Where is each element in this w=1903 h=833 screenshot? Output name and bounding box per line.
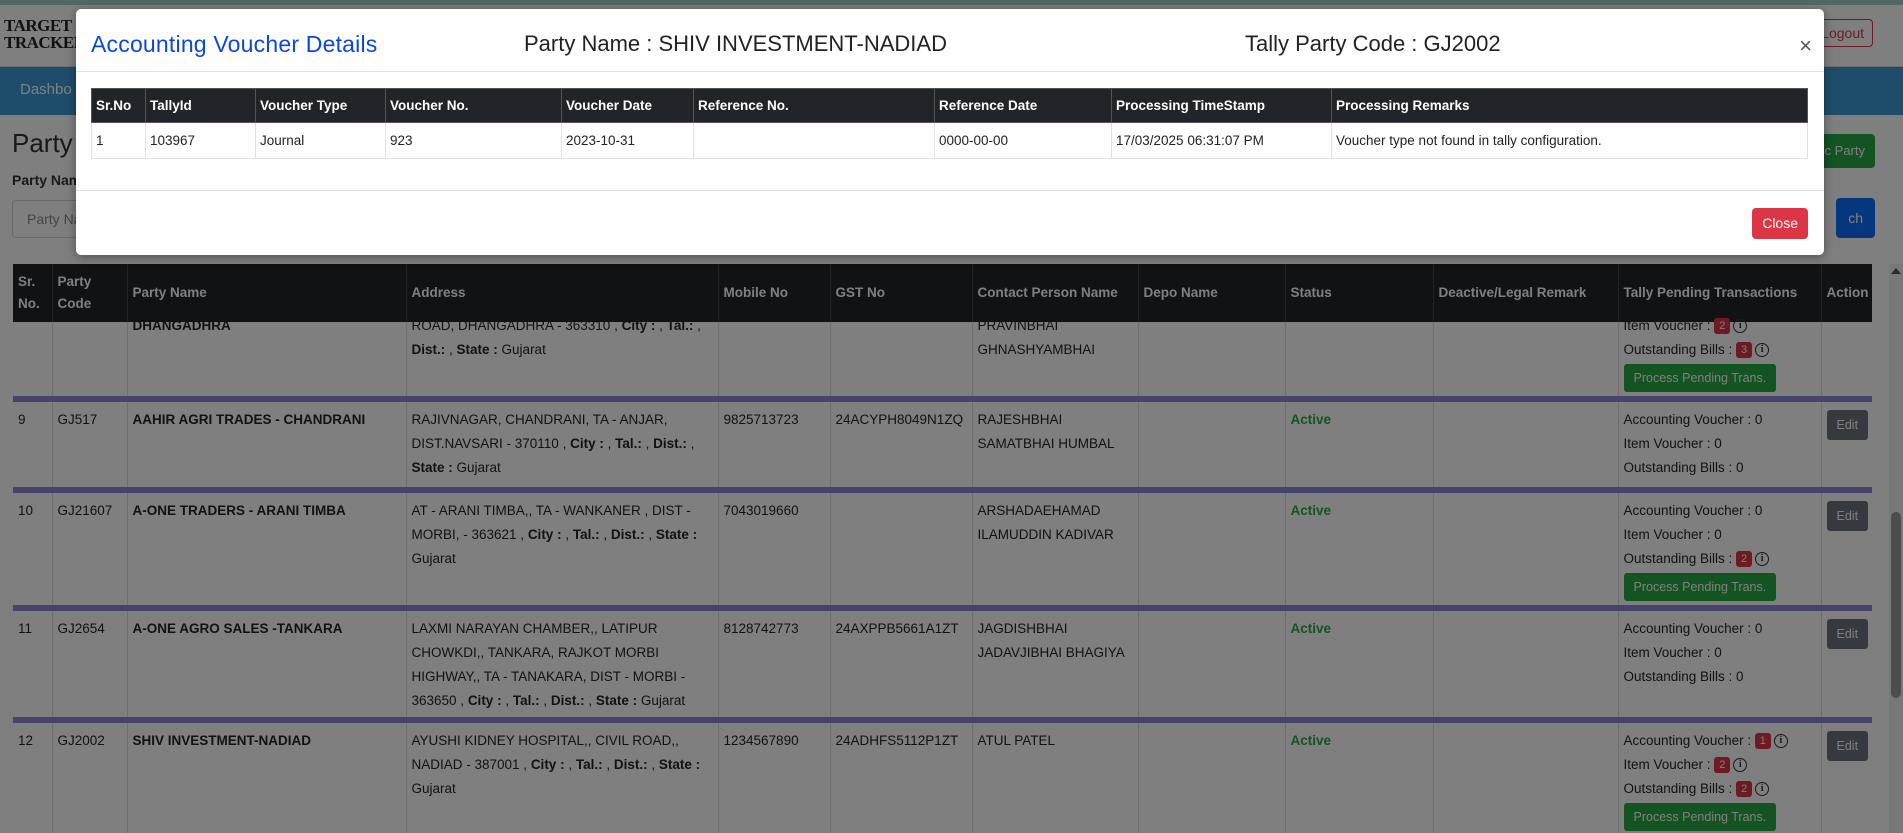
voucher-table-header: Sr.No TallyId Voucher Type Voucher No. V…: [91, 88, 1808, 123]
col-voucher-type: Voucher Type: [255, 88, 386, 123]
col-voucher-date: Voucher Date: [561, 88, 694, 123]
modal-body: Sr.No TallyId Voucher Type Voucher No. V…: [91, 88, 1808, 159]
modal-footer: Close: [76, 190, 1824, 255]
col-voucher-no: Voucher No.: [385, 88, 562, 123]
voucher-table: Sr.No TallyId Voucher Type Voucher No. V…: [91, 88, 1808, 159]
close-icon[interactable]: ×: [1799, 35, 1812, 57]
col-processing-timestamp: Processing TimeStamp: [1111, 88, 1332, 123]
accounting-voucher-modal: Accounting Voucher Details Party Name : …: [76, 9, 1824, 255]
modal-tally-party-code: Tally Party Code : GJ2002: [1245, 31, 1501, 56]
col-sr-no: Sr.No: [91, 88, 146, 123]
modal-title: Accounting Voucher Details: [91, 31, 378, 57]
modal-party-name: Party Name : SHIV INVESTMENT-NADIAD: [524, 31, 947, 56]
col-reference-no: Reference No.: [693, 88, 935, 123]
col-processing-remarks: Processing Remarks: [1331, 88, 1808, 123]
table-row: 1 103967 Journal 923 2023-10-31 0000-00-…: [91, 122, 1808, 159]
col-reference-date: Reference Date: [934, 88, 1112, 123]
modal-header: Accounting Voucher Details Party Name : …: [76, 9, 1824, 72]
close-button[interactable]: Close: [1752, 208, 1808, 239]
col-tally-id: TallyId: [145, 88, 256, 123]
